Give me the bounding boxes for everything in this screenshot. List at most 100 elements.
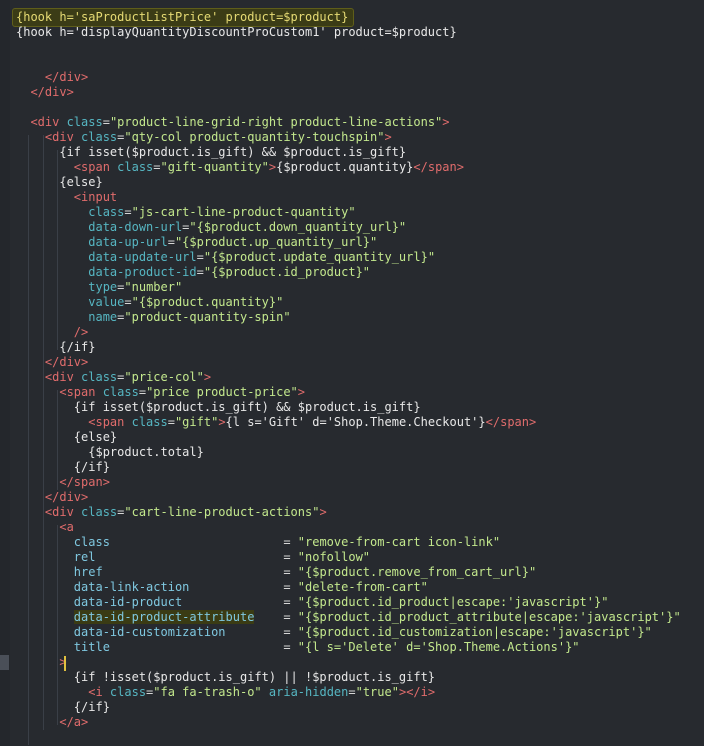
code-token: = <box>283 580 298 594</box>
code-token: class <box>16 205 125 219</box>
code-token: <span <box>16 385 103 399</box>
code-token: type <box>16 280 118 294</box>
code-token: {if !isset($product.is_gift) || !$produc… <box>16 670 436 684</box>
code-token: aria-hidden <box>268 685 349 699</box>
text-cursor <box>64 656 66 671</box>
code-token: > <box>16 655 67 669</box>
code-token: "fa fa-trash-o" <box>153 685 262 699</box>
code-line: data-down-url="{$product.down_quantity_u… <box>16 220 406 235</box>
code-token: </span> <box>485 415 537 429</box>
code-line: </div> <box>16 490 88 505</box>
code-token: = <box>124 295 132 309</box>
code-token: class <box>131 415 168 429</box>
code-line: data-id-customization = "{$product.id_cu… <box>16 625 652 640</box>
code-token: class <box>102 385 139 399</box>
code-line: </div> <box>16 70 88 85</box>
code-editor[interactable]: {hook h='saProductListPrice' product=$pr… <box>0 0 704 746</box>
code-token: "gift-quantity" <box>160 160 269 174</box>
code-line: data-update-url="{$product.update_quanti… <box>16 250 435 265</box>
code-token: "{$product.update_quantity_url}" <box>203 250 436 264</box>
code-line: <a <box>16 520 74 535</box>
code-line: > <box>16 655 67 670</box>
code-token: "qty-col product-quantity-touchspin" <box>124 130 385 144</box>
code-token: {l s='Gift' d='Shop.Theme.Checkout'} <box>225 415 486 429</box>
code-line: {else} <box>16 430 117 445</box>
code-token: "nofollow" <box>297 550 371 564</box>
code-token: = <box>283 550 298 564</box>
code-token: data-id-customization <box>16 625 284 639</box>
code-token: {else} <box>16 175 103 189</box>
code-token: <div <box>16 115 67 129</box>
code-token: {hook h='displayQuantityDiscountProCusto… <box>16 25 457 39</box>
code-token: {else} <box>16 430 118 444</box>
code-token: = <box>196 265 204 279</box>
code-line: data-up-url="{$product.up_quantity_url}" <box>16 235 377 250</box>
code-token: href <box>16 565 284 579</box>
code-token: <div <box>16 370 82 384</box>
code-token: "{$product.remove_from_cart_url}" <box>297 565 537 579</box>
code-token: = <box>283 640 298 654</box>
code-token: "{$product.quantity}" <box>131 295 284 309</box>
code-token: {$product.total} <box>16 445 204 459</box>
code-line: data-id-product-attribute = "{$product.i… <box>16 610 681 625</box>
code-line: name="product-quantity-spin" <box>16 310 290 325</box>
code-token: = <box>167 235 175 249</box>
code-token: "{$product.id_product|escape:'javascript… <box>297 595 609 609</box>
code-line: </div> <box>16 85 74 100</box>
code-token: = <box>124 205 132 219</box>
code-line: class="js-cart-line-product-quantity" <box>16 205 355 220</box>
editor-gutter <box>0 0 10 746</box>
code-line: href = "{$product.remove_from_cart_url}" <box>16 565 536 580</box>
code-token: data-product-id <box>16 265 197 279</box>
code-line: <div class="product-line-grid-right prod… <box>16 115 450 130</box>
code-token: {if isset($product.is_gift) && $product.… <box>16 400 421 414</box>
code-token: {/if} <box>16 700 110 714</box>
code-token: <a <box>16 520 74 534</box>
code-token: </div> <box>16 85 74 99</box>
code-token: {/if} <box>16 340 96 354</box>
code-token: = <box>102 115 110 129</box>
code-token: class <box>16 535 284 549</box>
code-line: rel = "nofollow" <box>16 550 370 565</box>
code-token: > <box>442 115 450 129</box>
code-token: rel <box>16 550 284 564</box>
code-token: "{$product.down_quantity_url}" <box>189 220 407 234</box>
code-line: {hook h='displayQuantityDiscountProCusto… <box>16 25 457 40</box>
code-token: "{$product.up_quantity_url}" <box>174 235 378 249</box>
code-token: title <box>16 640 284 654</box>
code-line: </div> <box>16 355 88 370</box>
code-token: ></i> <box>398 685 436 699</box>
code-token: = <box>283 565 298 579</box>
code-line: <div class="cart-line-product-actions"> <box>16 505 327 520</box>
code-token: {hook h='saProductListPrice' product=$pr… <box>16 10 349 24</box>
code-token: = <box>283 535 298 549</box>
code-token: </span> <box>413 160 464 174</box>
code-token: > <box>203 370 212 384</box>
code-token: name <box>16 310 118 324</box>
code-token: > <box>218 415 226 429</box>
code-token: "gift" <box>174 415 219 429</box>
code-token: = <box>196 250 204 264</box>
code-token: data-link-action <box>16 580 284 594</box>
code-token: {$product.quantity} <box>276 160 414 174</box>
code-token: data-update-url <box>16 250 197 264</box>
code-token: {if isset($product.is_gift) && $product.… <box>16 145 407 159</box>
code-token: "{$product.id_product}" <box>203 265 371 279</box>
code-token: > <box>384 130 392 144</box>
code-token: = <box>348 685 356 699</box>
code-line: </a> <box>16 715 88 730</box>
code-token: class <box>81 370 118 384</box>
code-token: "{l s='Delete' d='Shop.Theme.Actions'}" <box>297 640 580 654</box>
code-line: data-link-action = "delete-from-cart" <box>16 580 428 595</box>
code-line: {hook h='saProductListPrice' product=$pr… <box>16 10 348 25</box>
code-token: </div> <box>16 355 89 369</box>
code-line: data-id-product = "{$product.id_product|… <box>16 595 609 610</box>
code-line: type="number" <box>16 280 182 295</box>
code-token: > <box>319 505 327 519</box>
code-token: "product-line-grid-right product-line-ac… <box>109 115 443 129</box>
code-token: <span <box>16 160 118 174</box>
code-token: <i <box>16 685 110 699</box>
code-token: /> <box>16 325 89 339</box>
